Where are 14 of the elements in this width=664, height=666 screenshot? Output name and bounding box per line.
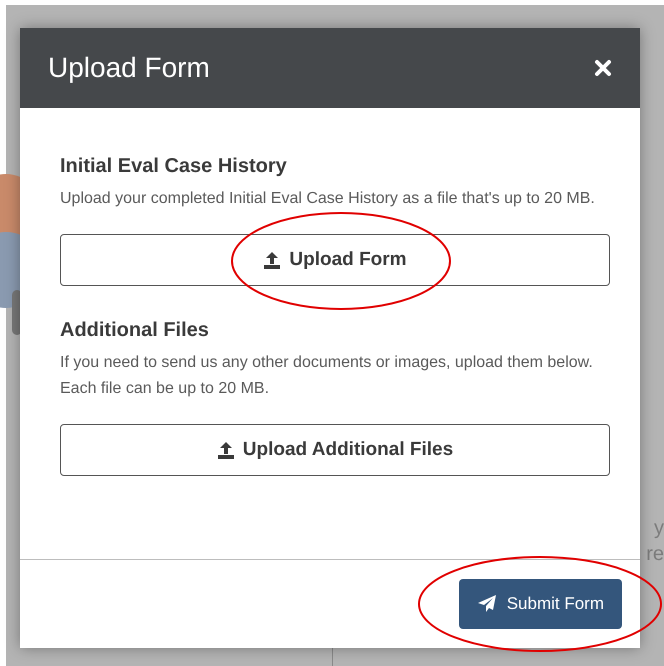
close-icon[interactable] (594, 59, 612, 77)
section-heading: Initial Eval Case History (60, 154, 288, 179)
section-heading: Additional Files (60, 318, 210, 343)
upload-button[interactable]: Upload Additional Files (60, 424, 610, 476)
paper-plane-icon (476, 594, 497, 614)
section-description: If you need to send us any other documents or images, upload them below. Each file can be up to 20 MB. (60, 353, 594, 399)
upload-button[interactable]: Upload Form (60, 234, 610, 286)
upload-icon (216, 441, 235, 459)
background-text: re (646, 542, 664, 567)
section-description: Upload your completed Initial Eval Case History as a file that's up to 20 MB. (60, 189, 596, 209)
background-text: y (654, 516, 664, 541)
dialog-title: Upload Form (48, 52, 210, 84)
submit-button[interactable]: Submit Form (458, 579, 622, 629)
upload-icon (263, 251, 282, 269)
